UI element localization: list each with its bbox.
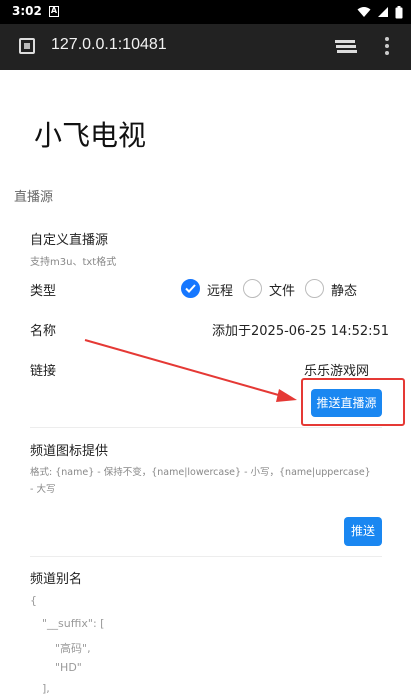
alias-title: 频道别名 [30, 572, 83, 587]
icon-provider-format: 格式: {name} - 保持不变，{name|lowercase} - 小写，… [30, 467, 371, 478]
icon-provider-format-2: - 大写 [30, 484, 56, 495]
divider [30, 427, 382, 428]
alias-code-line[interactable]: ], [42, 682, 50, 695]
divider [30, 556, 382, 557]
alias-code-line[interactable]: { [30, 594, 37, 607]
push-icon-button[interactable]: 推送 [344, 517, 382, 546]
alias-code-line[interactable]: "高码", [55, 640, 91, 656]
alias-code-line[interactable]: "__suffix": [ [42, 617, 104, 630]
alias-code-line[interactable]: "HD" [55, 661, 82, 674]
icon-provider-title: 频道图标提供 [30, 444, 109, 459]
